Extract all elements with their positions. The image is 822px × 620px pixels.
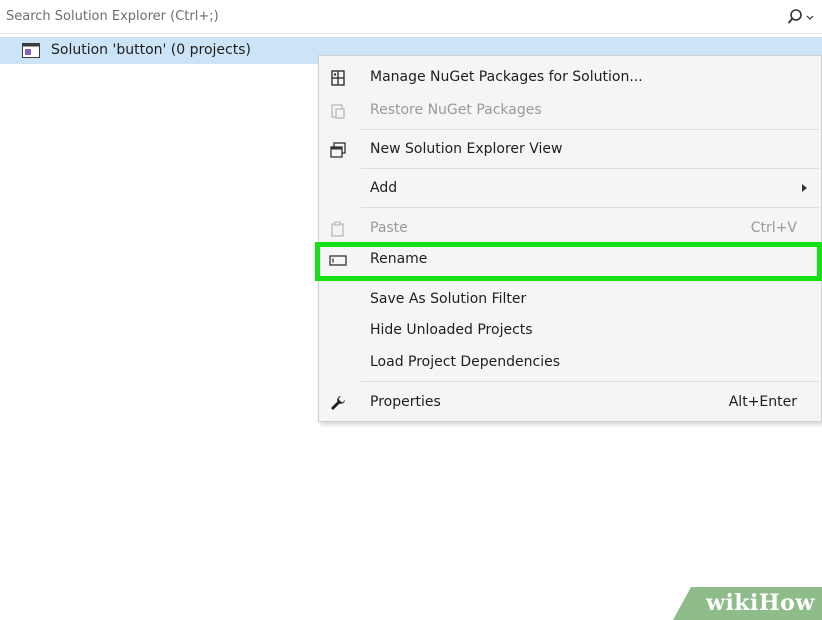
menu-item-properties[interactable]: Properties Alt+Enter [319,388,821,418]
menu-item-paste[interactable]: Paste Ctrl+V [319,214,821,244]
nuget-icon [329,69,347,87]
wikihow-watermark: wikiHow [706,590,815,616]
context-menu: Manage NuGet Packages for Solution... Re… [318,55,822,422]
menu-item-load-project-dependencies[interactable]: Load Project Dependencies [319,348,821,378]
paste-icon [329,220,347,238]
menu-separator [361,207,819,208]
menu-separator [361,168,819,169]
menu-item-shortcut: Alt+Enter [728,394,797,410]
search-icon[interactable] [787,8,817,26]
menu-separator [361,129,819,130]
menu-item-label: Restore NuGet Packages [370,102,542,118]
restore-icon [329,102,347,120]
search-input[interactable]: Search Solution Explorer (Ctrl+;) [6,9,219,24]
menu-item-label: Properties [370,394,441,410]
search-bar[interactable]: Search Solution Explorer (Ctrl+;) [0,0,822,34]
menu-item-label: Paste [370,220,408,236]
solution-label: Solution 'button' (0 projects) [51,42,251,58]
menu-item-new-solution-explorer-view[interactable]: New Solution Explorer View [319,135,821,165]
menu-item-label: Add [370,180,398,196]
menu-item-save-as-solution-filter[interactable]: Save As Solution Filter [319,285,821,315]
menu-item-label: Manage NuGet Packages for Solution... [370,69,643,85]
menu-separator [361,381,819,382]
menu-item-label: Hide Unloaded Projects [370,322,533,338]
rename-highlight-box [315,242,822,281]
menu-item-hide-unloaded-projects[interactable]: Hide Unloaded Projects [319,316,821,346]
menu-item-add[interactable]: Add [319,174,821,204]
menu-item-manage-nuget[interactable]: Manage NuGet Packages for Solution... [319,63,821,93]
menu-item-label: Save As Solution Filter [370,291,527,307]
menu-item-label: Load Project Dependencies [370,354,561,370]
new-view-icon [329,141,347,159]
menu-item-restore-nuget[interactable]: Restore NuGet Packages [319,96,821,126]
menu-item-label: New Solution Explorer View [370,141,563,157]
menu-item-shortcut: Ctrl+V [750,220,797,236]
wrench-icon [329,394,347,412]
solution-icon [22,43,40,58]
submenu-arrow-icon [802,184,807,192]
